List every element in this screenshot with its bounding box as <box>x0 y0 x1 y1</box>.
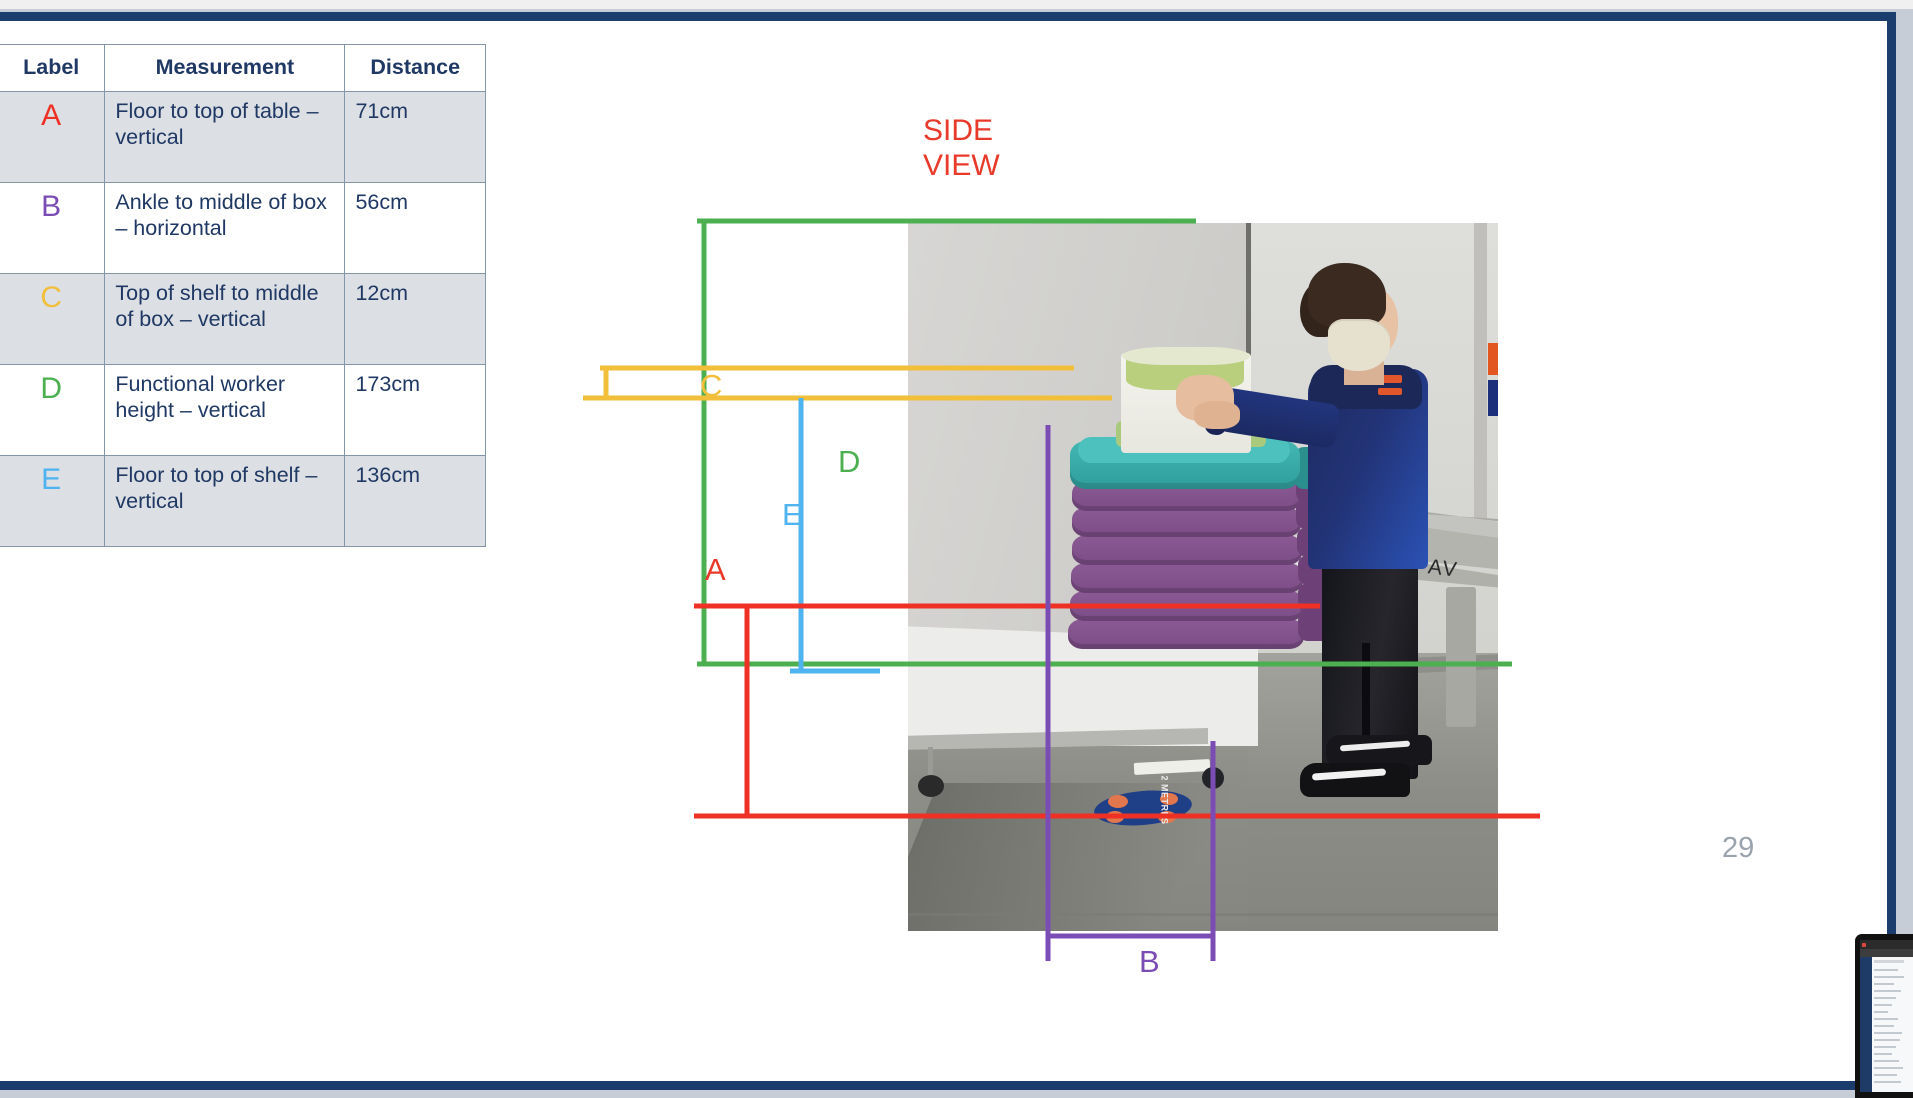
dimension-label-D: D <box>838 444 861 479</box>
floor-seam <box>908 913 1498 916</box>
trolley-leg-middle <box>1446 587 1476 727</box>
thumbnail-app-sidebar <box>1860 957 1872 1092</box>
row-distance-cell: 56cm <box>344 181 486 274</box>
table-header-row: Label Measurement Distance <box>0 44 486 92</box>
platform-purple-5 <box>1070 591 1304 621</box>
row-measurement-cell: Functional worker height – vertical <box>104 363 346 456</box>
platform-purple-2 <box>1072 507 1301 537</box>
floor-marker-text: 2 METRES <box>1159 775 1170 825</box>
platform-purple-6 <box>1068 619 1304 649</box>
thumbnail-record-dot <box>1862 943 1866 947</box>
thumbnail-app-content <box>1872 957 1913 1092</box>
row-label-D: D <box>40 371 63 405</box>
person-face-mask <box>1328 319 1390 371</box>
floor-marker-dot-3 <box>1106 811 1124 823</box>
row-label-cell: E <box>0 454 106 547</box>
row-label-C: C <box>40 280 63 314</box>
blue-sticker <box>1488 380 1498 416</box>
row-label-cell: D <box>0 363 106 456</box>
row-label-cell: C <box>0 272 106 365</box>
platform-purple-4 <box>1071 563 1303 593</box>
thumbnail-browser-titlebar <box>1860 940 1913 949</box>
dimension-label-B: B <box>1139 944 1160 979</box>
dimension-label-E: E <box>782 497 803 532</box>
row-label-A: A <box>41 98 62 132</box>
presentation-viewer: Label Measurement Distance A Floor to to… <box>0 0 1913 1098</box>
column-header-measurement: Measurement <box>104 44 346 92</box>
trolley-av-label: AV <box>1426 555 1460 582</box>
dimension-label-C: C <box>700 368 723 403</box>
person-hair <box>1308 263 1386 327</box>
row-measurement-cell: Floor to top of table – vertical <box>104 90 346 183</box>
dimension-E-lightblue <box>790 398 880 674</box>
wall-post <box>1474 223 1487 523</box>
row-distance-cell: 136cm <box>344 454 486 547</box>
table-row: B Ankle to middle of box – horizontal 56… <box>0 181 486 274</box>
table-header: Label Measurement Distance <box>0 44 486 92</box>
floor-knob <box>1202 767 1224 789</box>
dimension-label-A: A <box>705 552 726 587</box>
row-distance-cell: 71cm <box>344 90 486 183</box>
row-measurement-cell: Floor to top of shelf – vertical <box>104 454 346 547</box>
table-row: A Floor to top of table – vertical 71cm <box>0 90 486 183</box>
side-view-title: SIDE VIEW <box>923 114 1000 183</box>
measurement-table: Label Measurement Distance A Floor to to… <box>0 44 486 547</box>
table-row: D Functional worker height – vertical 17… <box>0 363 486 456</box>
column-header-label: Label <box>0 44 106 92</box>
thumbnail-browser-toolbar <box>1860 949 1913 957</box>
platform-purple-3 <box>1072 535 1302 565</box>
floor-marker-dot-1 <box>1108 795 1128 808</box>
table-caster-wheel <box>918 775 944 797</box>
slide: Label Measurement Distance A Floor to to… <box>0 12 1896 1090</box>
row-label-cell: B <box>0 181 106 274</box>
row-distance-cell: 173cm <box>344 363 486 456</box>
row-label-E: E <box>41 462 62 496</box>
side-view-photo: AV 2 METRES <box>908 223 1498 931</box>
box-top-face <box>1122 347 1250 365</box>
person-hoodie-stripe-2 <box>1378 388 1402 395</box>
column-header-distance: Distance <box>344 44 486 92</box>
row-measurement-cell: Ankle to middle of box – horizontal <box>104 181 346 274</box>
person-hand-lower <box>1194 401 1240 429</box>
slide-canvas: Label Measurement Distance A Floor to to… <box>0 21 1887 1081</box>
table-row: E Floor to top of shelf – vertical 136cm <box>0 454 486 547</box>
row-label-cell: A <box>0 90 106 183</box>
table-body: A Floor to top of table – vertical 71cm … <box>0 90 486 547</box>
row-measurement-cell: Top of shelf to middle of box – vertical <box>104 272 346 365</box>
row-distance-cell: 12cm <box>344 272 486 365</box>
row-label-B: B <box>41 189 62 223</box>
page-number: 29 <box>1722 832 1755 864</box>
screenshare-thumbnail[interactable] <box>1855 934 1913 1098</box>
orange-sticker <box>1488 343 1498 375</box>
table-row: C Top of shelf to middle of box – vertic… <box>0 272 486 365</box>
